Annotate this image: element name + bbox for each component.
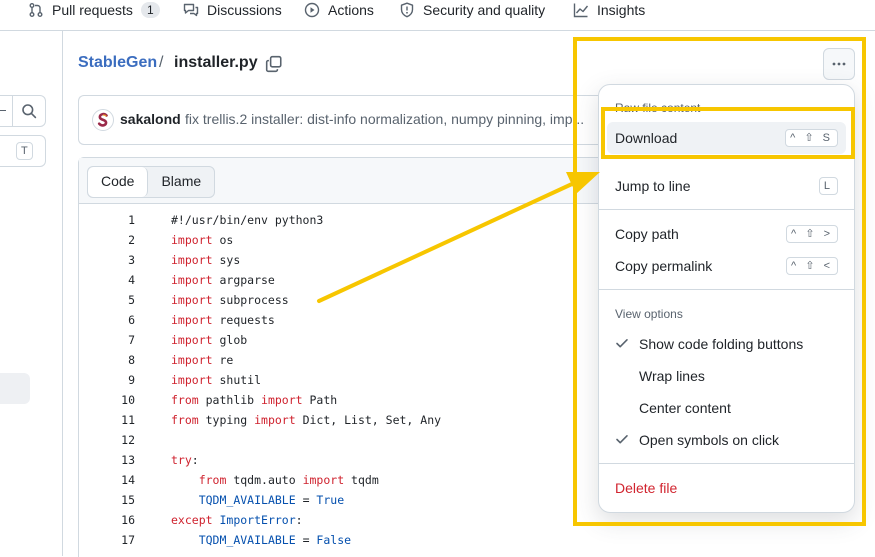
line-number[interactable]: 13 [115, 450, 135, 470]
tab-code[interactable]: Code [88, 167, 149, 197]
code-line[interactable]: 5 import subprocess [79, 290, 638, 310]
code-text: import shutil [171, 373, 262, 387]
avatar[interactable] [92, 109, 114, 131]
file-tree-search-button[interactable] [0, 95, 46, 127]
code-line[interactable]: 14 from tqdm.auto import tqdm [79, 470, 638, 490]
line-number[interactable]: 3 [115, 250, 135, 270]
code-text: import argparse [171, 273, 275, 287]
line-number[interactable]: 14 [115, 470, 135, 490]
search-icon [22, 104, 37, 119]
code-line[interactable]: 7 import glob [79, 330, 638, 350]
pull-request-icon [29, 3, 43, 17]
code-line[interactable]: 3 import sys [79, 250, 638, 270]
code-line[interactable]: 6 import requests [79, 310, 638, 330]
tab-blame[interactable]: Blame [148, 167, 214, 197]
nav-actions[interactable]: Actions [304, 0, 374, 20]
line-number[interactable]: 9 [115, 370, 135, 390]
code-text: TQDM_AVAILABLE = True [198, 493, 345, 507]
shield-icon [400, 2, 414, 18]
line-number[interactable]: 7 [115, 330, 135, 350]
annotation-download-highlight [601, 107, 855, 159]
code-line[interactable]: 9 import shutil [79, 370, 638, 390]
line-number[interactable]: 11 [115, 410, 135, 430]
nav-insights[interactable]: Insights [573, 0, 645, 20]
go-to-file-input[interactable]: T [0, 135, 46, 167]
code-line[interactable]: 4 import argparse [79, 270, 638, 290]
copy-icon[interactable] [265, 55, 283, 73]
code-line[interactable]: 13 try: [79, 450, 638, 470]
line-number[interactable]: 1 [115, 210, 135, 230]
nav-actions-label: Actions [328, 2, 374, 18]
repo-nav-bar: Pull requests 1 Discussions Actions Secu… [0, 0, 875, 31]
code-text: import sys [171, 253, 241, 267]
line-number[interactable]: 8 [115, 350, 135, 370]
code-text: TQDM_AVAILABLE = False [198, 533, 352, 547]
graph-icon [573, 3, 589, 18]
line-number[interactable]: 15 [115, 490, 135, 510]
nav-pull-requests-label: Pull requests [52, 2, 133, 18]
line-number[interactable]: 4 [115, 270, 135, 290]
code-line[interactable]: 2 import os [79, 230, 638, 250]
code-line[interactable]: 8 import re [79, 350, 638, 370]
discussions-icon [183, 3, 199, 17]
code-line[interactable]: 10 from pathlib import Path [79, 390, 638, 410]
line-number[interactable]: 12 [115, 430, 135, 450]
breadcrumb-file-name: installer.py [174, 54, 258, 71]
nav-security[interactable]: Security and quality [399, 0, 545, 20]
code-line[interactable]: 15 TQDM_AVAILABLE = True [79, 490, 638, 510]
code-text: #!/usr/bin/env python3 [171, 213, 324, 227]
code-text: try: [171, 453, 199, 467]
nav-pull-requests[interactable]: Pull requests 1 [28, 0, 160, 20]
code-text: except ImportError: [171, 513, 303, 527]
code-text: from typing import Dict, List, Set, Any [171, 413, 442, 427]
breadcrumb-repo-link[interactable]: StableGen [78, 54, 157, 72]
code-line[interactable]: 12 [79, 430, 638, 450]
line-number[interactable]: 2 [115, 230, 135, 250]
code-text: import subprocess [171, 293, 289, 307]
nav-discussions[interactable]: Discussions [183, 0, 282, 20]
code-line[interactable]: 16 except ImportError: [79, 510, 638, 530]
code-blame-toggle: Code Blame [87, 166, 216, 198]
sidebar-divider [62, 31, 63, 556]
commit-message[interactable]: fix trellis.2 installer: dist-info norma… [185, 111, 584, 127]
line-number[interactable]: 17 [115, 530, 135, 550]
file-tree-selected-item[interactable] [0, 373, 30, 404]
go-to-file-shortcut: T [16, 142, 33, 160]
nav-security-label: Security and quality [423, 2, 546, 18]
code-text: from tqdm.auto import tqdm [198, 473, 379, 487]
play-circle-icon [304, 2, 320, 18]
code-line[interactable]: 11 from typing import Dict, List, Set, An… [79, 410, 638, 430]
code-line[interactable]: 17 TQDM_AVAILABLE = False [79, 530, 638, 550]
code-text: import requests [171, 313, 275, 327]
line-number[interactable]: 6 [115, 310, 135, 330]
pull-requests-count-badge: 1 [140, 2, 160, 18]
line-number[interactable]: 16 [115, 510, 135, 530]
author-avatar-logo-icon [97, 112, 108, 127]
code-text: import re [171, 353, 234, 367]
code-line[interactable]: 1 #!/usr/bin/env python3 [79, 210, 638, 230]
breadcrumb-separator: / [159, 54, 164, 71]
line-number[interactable]: 5 [115, 290, 135, 310]
nav-discussions-label: Discussions [207, 2, 282, 18]
code-text: import os [171, 233, 234, 247]
line-number[interactable]: 10 [115, 390, 135, 410]
commit-author[interactable]: sakalond [120, 111, 181, 127]
code-text: from pathlib import Path [171, 393, 338, 407]
nav-insights-label: Insights [597, 2, 646, 18]
code-text: import glob [171, 333, 248, 347]
